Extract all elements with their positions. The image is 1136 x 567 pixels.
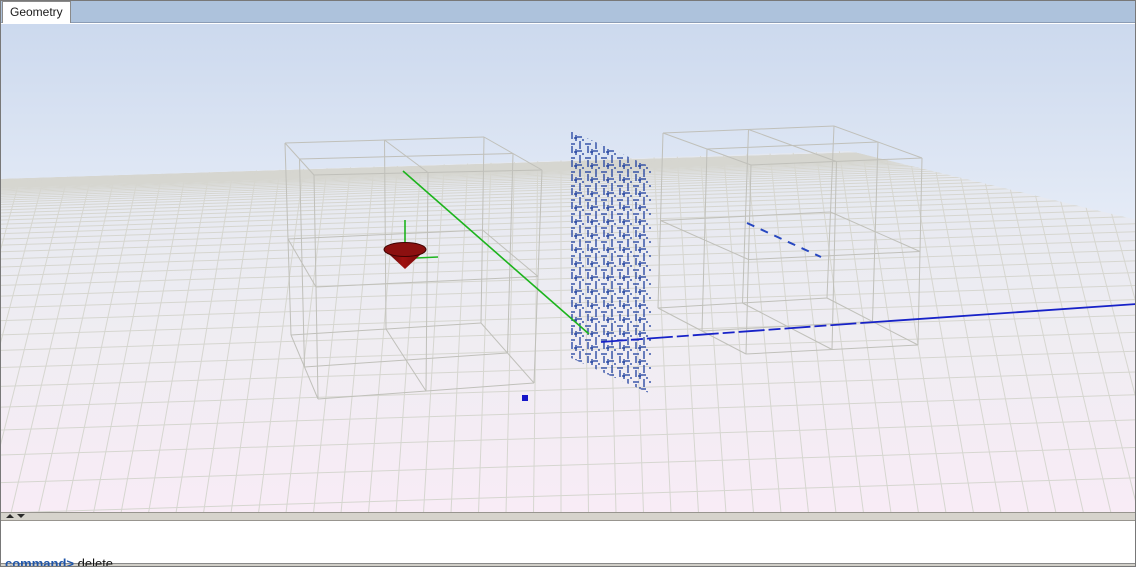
command-console[interactable]: command> delete command> xyxy=(1,521,1135,564)
splitter-down-arrow-icon[interactable] xyxy=(17,514,25,518)
meshed-plate[interactable] xyxy=(571,131,651,394)
app-window: Geometry command> delete command> xyxy=(0,0,1136,567)
command-prompt: command> xyxy=(5,556,74,567)
viewport-3d[interactable] xyxy=(1,23,1135,512)
tab-geometry[interactable]: Geometry xyxy=(2,1,71,23)
tab-bar: Geometry xyxy=(1,1,1135,23)
wire-green-horizontal[interactable] xyxy=(416,257,438,258)
vertex-point[interactable] xyxy=(522,395,528,401)
splitter[interactable] xyxy=(1,512,1135,521)
viewport-svg[interactable] xyxy=(1,24,1136,512)
command-text: delete xyxy=(74,556,113,567)
splitter-up-arrow-icon[interactable] xyxy=(6,514,14,518)
